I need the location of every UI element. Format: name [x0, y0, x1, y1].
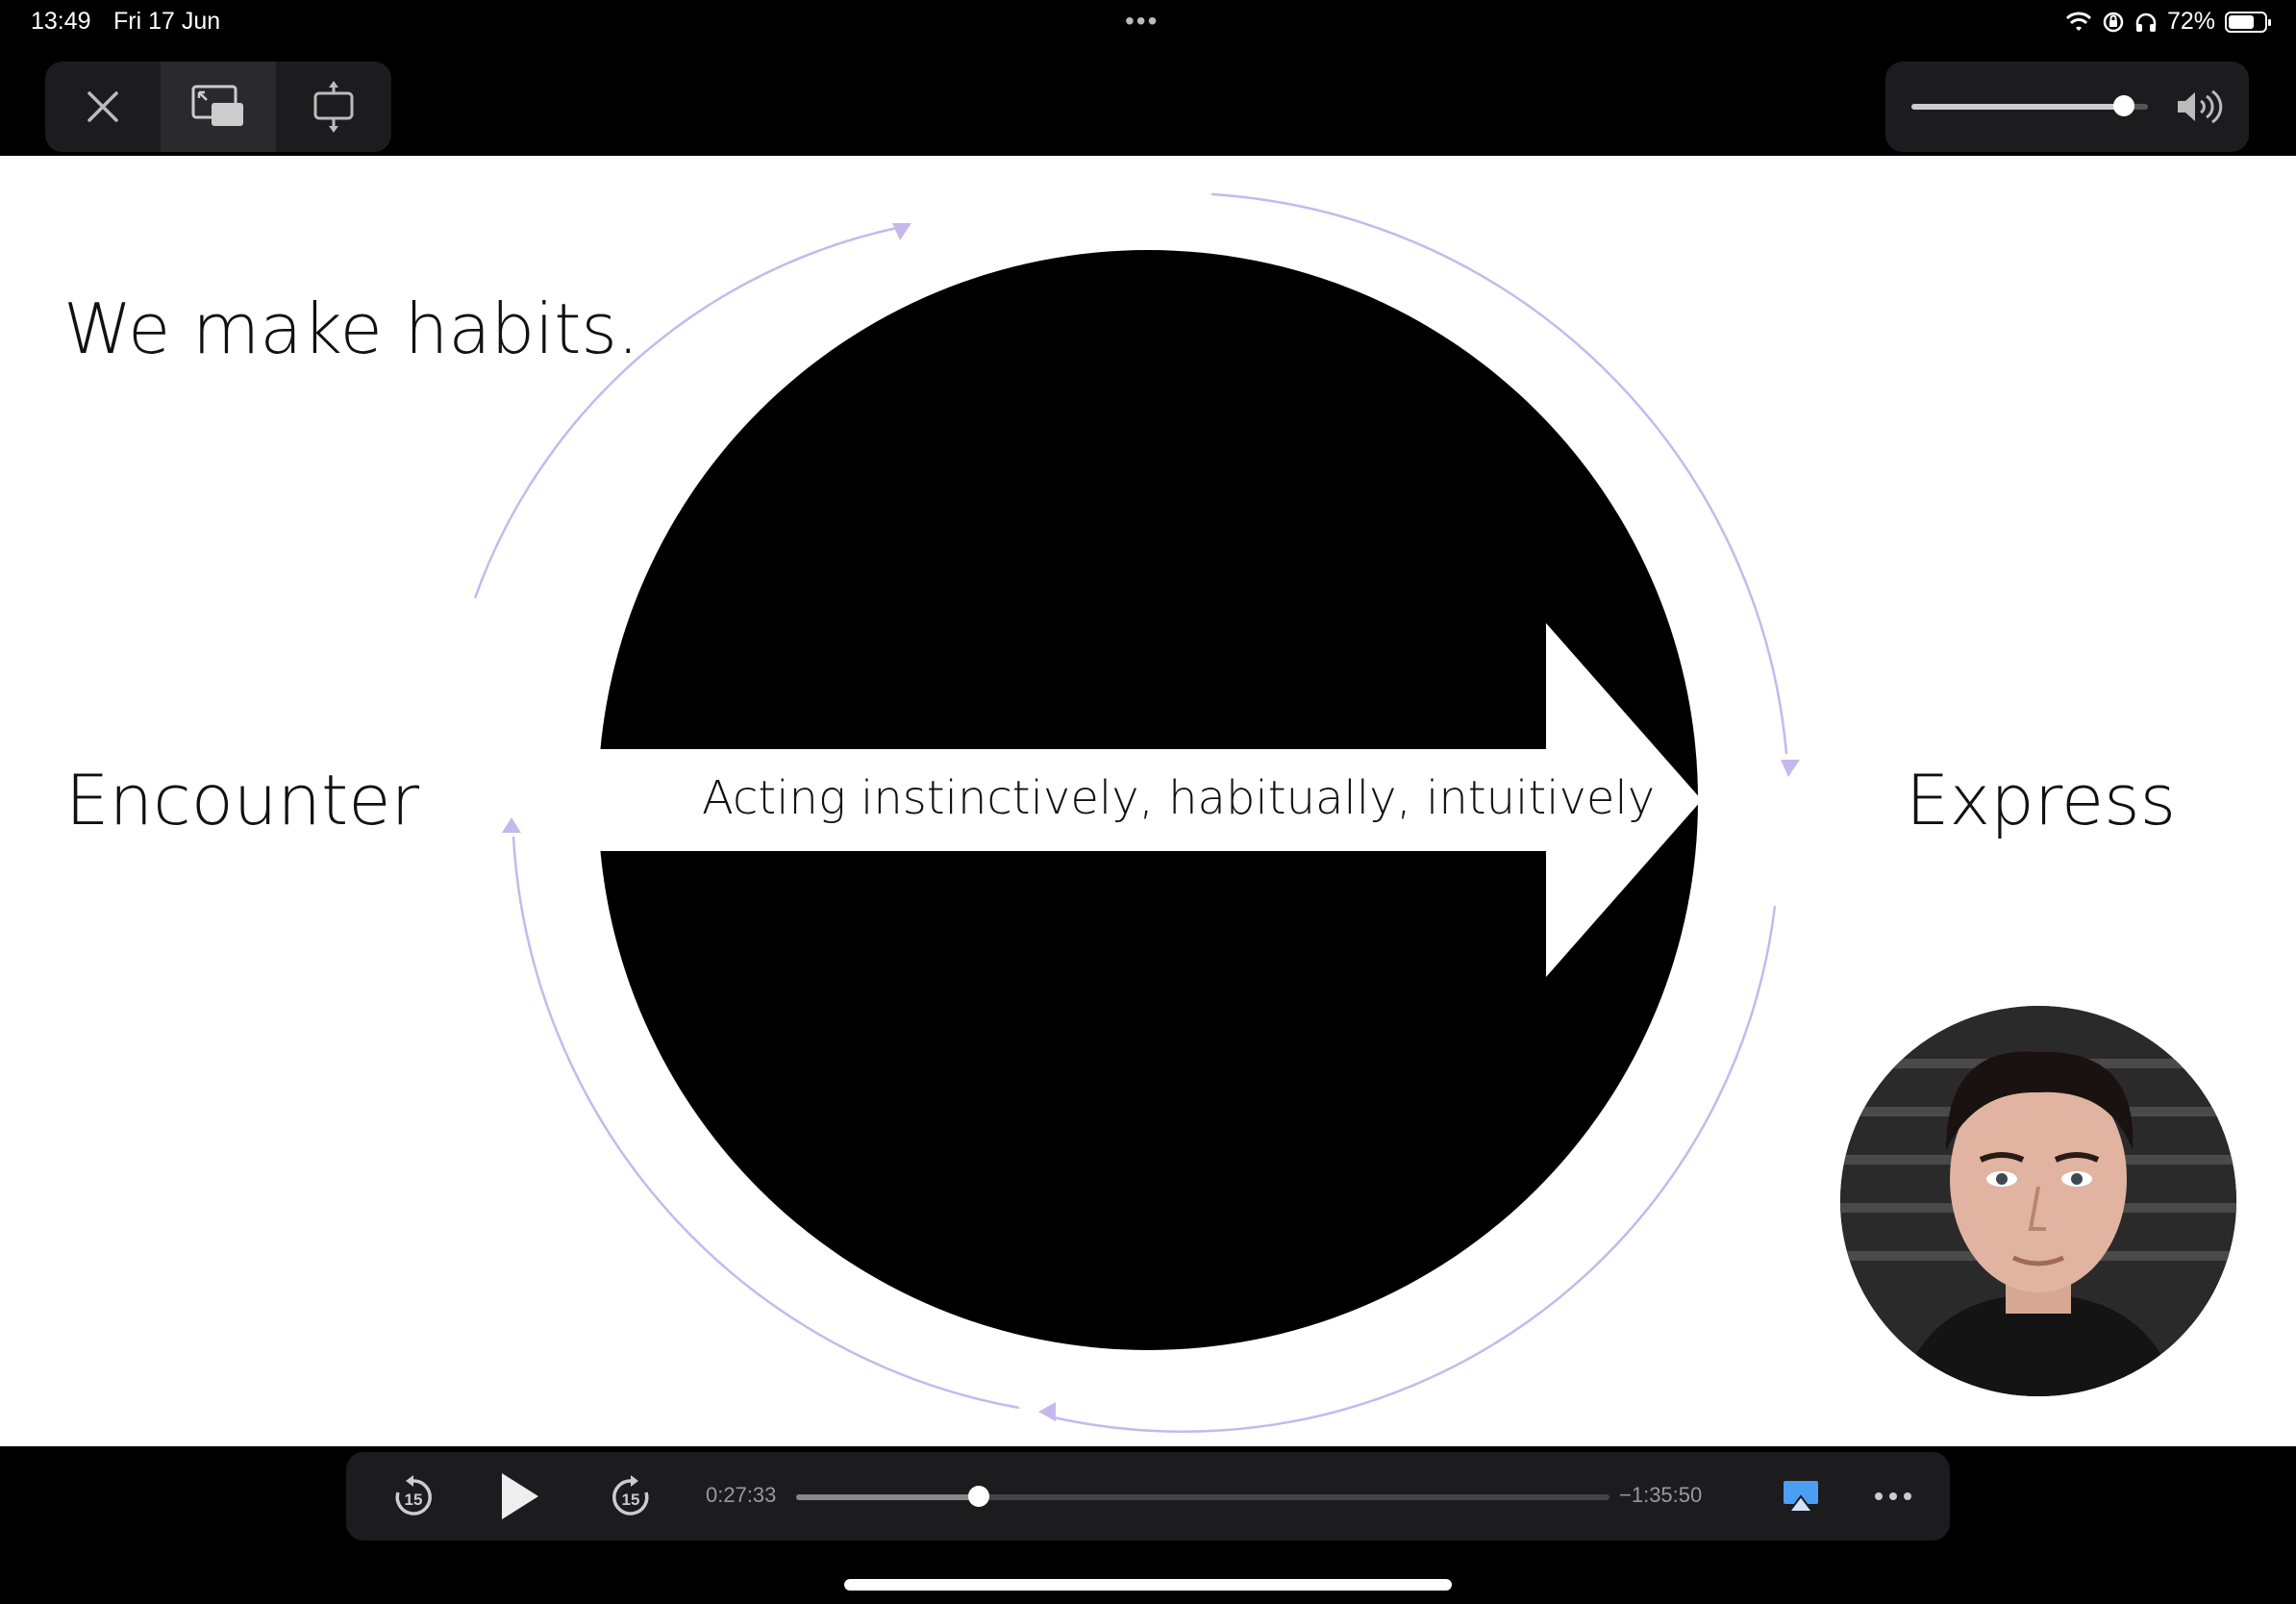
airplay-icon	[1784, 1481, 1818, 1513]
elapsed-time: 0:27:33	[706, 1483, 777, 1507]
close-icon	[87, 91, 118, 122]
progress-fill	[796, 1494, 980, 1500]
progress-scrubber[interactable]	[796, 1486, 1610, 1507]
cycle-arrowhead-top-left	[892, 223, 911, 240]
status-time: 13:49	[31, 8, 91, 35]
status-bar: 13:49 Fri 17 Jun ••• 72%	[0, 0, 2296, 46]
more-icon	[1875, 1492, 1911, 1500]
skip-forward-15-button[interactable]: 15	[592, 1452, 669, 1541]
skip-back-15-button[interactable]: 15	[375, 1452, 452, 1541]
skip-back-15-icon: 15	[395, 1475, 432, 1516]
remaining-time: −1:35:50	[1619, 1483, 1703, 1507]
volume-slider[interactable]	[1911, 104, 2148, 110]
express-label: Express	[1906, 760, 2177, 840]
arrow-label: Acting instinctively, habitually, intuit…	[702, 771, 1656, 825]
more-button[interactable]	[1859, 1452, 1927, 1541]
battery-percent: 72%	[2166, 8, 2215, 35]
status-indicators: 72%	[2065, 8, 2271, 36]
airplay-button[interactable]	[1767, 1452, 1834, 1541]
presenter-video-overlay	[1840, 1006, 2236, 1396]
skip-back-label: 15	[405, 1491, 423, 1509]
cycle-arrowhead-left	[502, 817, 521, 833]
multitasking-dots-icon[interactable]: •••	[1125, 6, 1159, 37]
aspect-fit-button[interactable]	[276, 62, 391, 152]
play-button[interactable]	[481, 1452, 558, 1541]
speaker-icon[interactable]	[2176, 88, 2228, 125]
video-window-controls	[45, 62, 391, 152]
skip-forward-15-icon: 15	[612, 1475, 649, 1516]
volume-slider-knob[interactable]	[2113, 95, 2135, 116]
playback-controls: 15 15 0:27:33 −1:35:50	[346, 1452, 1950, 1541]
encounter-label: Encounter	[65, 760, 420, 840]
presenter-face	[1840, 1006, 2236, 1396]
volume-slider-fill	[1911, 104, 2125, 110]
orientation-lock-icon	[2103, 12, 2124, 32]
progress-knob[interactable]	[968, 1486, 990, 1507]
video-frame[interactable]: We make habits. Encounter Express Acting…	[0, 156, 2296, 1446]
battery-fill	[2229, 14, 2254, 29]
skip-forward-label: 15	[622, 1491, 640, 1509]
slide-title: We make habits.	[63, 288, 639, 369]
headphones-icon	[2135, 13, 2157, 32]
aspect-fit-icon	[313, 81, 354, 133]
close-button[interactable]	[45, 62, 161, 152]
volume-control	[1885, 62, 2249, 152]
battery-icon	[2225, 11, 2271, 33]
home-indicator[interactable]	[844, 1579, 1452, 1591]
cycle-arrowhead-right	[1781, 760, 1800, 777]
status-date: Fri 17 Jun	[113, 8, 221, 35]
picture-in-picture-icon	[191, 85, 243, 126]
cycle-arrowhead-bottom	[1038, 1402, 1056, 1421]
wifi-icon	[2065, 12, 2092, 31]
play-icon	[502, 1473, 538, 1519]
picture-in-picture-button[interactable]	[161, 62, 276, 152]
